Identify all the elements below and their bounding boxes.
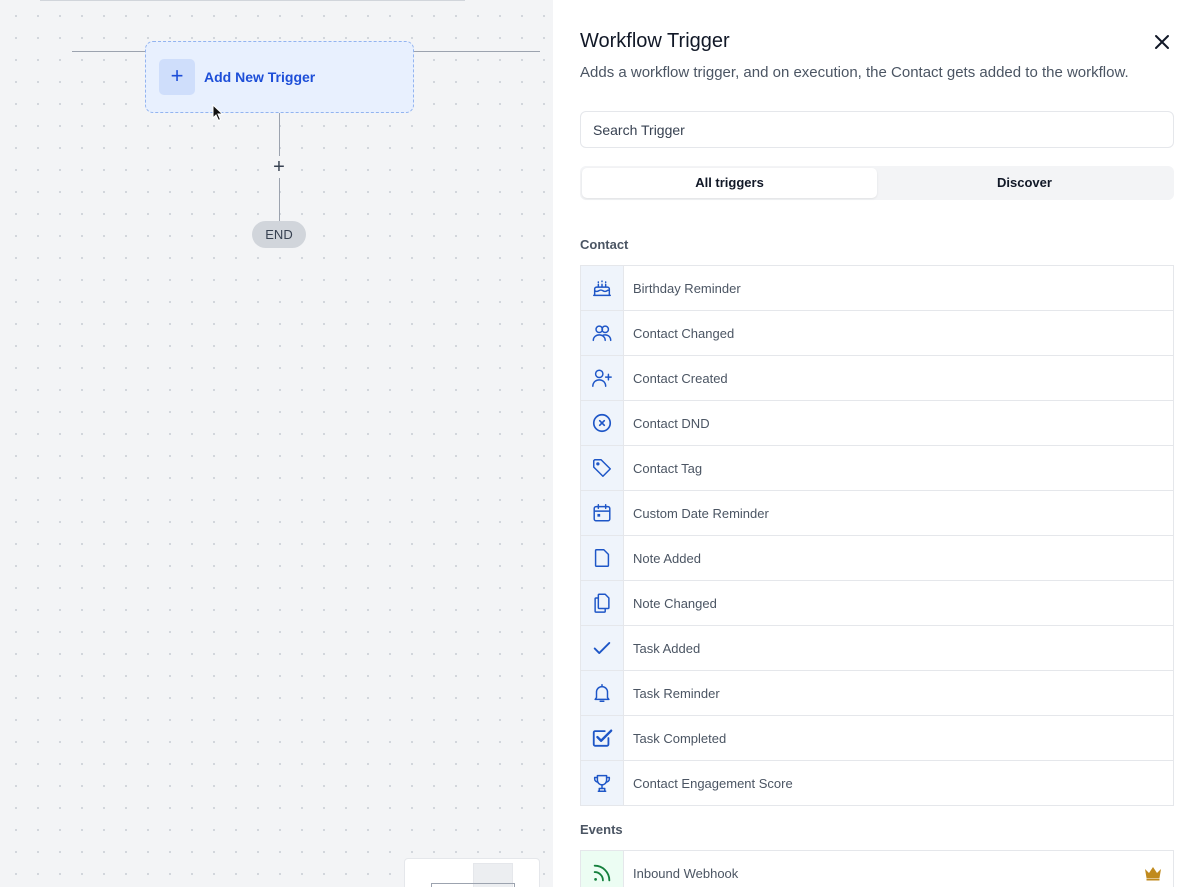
section-title-events: Events xyxy=(580,822,623,837)
tag-icon xyxy=(593,459,611,477)
check-icon xyxy=(593,642,611,654)
trigger-note-changed[interactable]: Note Changed xyxy=(581,581,1173,626)
close-icon[interactable] xyxy=(1151,31,1173,53)
trigger-task-reminder[interactable]: Task Reminder xyxy=(581,671,1173,716)
files-icon xyxy=(594,593,610,613)
add-new-trigger-label: Add New Trigger xyxy=(204,69,316,85)
trigger-contact-tag[interactable]: Contact Tag xyxy=(581,446,1173,491)
add-new-trigger-card[interactable]: + Add New Trigger xyxy=(145,41,414,113)
connector-down-1 xyxy=(279,113,280,157)
trigger-contact-dnd[interactable]: Contact DND xyxy=(581,401,1173,446)
trigger-inbound-webhook[interactable]: Inbound Webhook xyxy=(581,851,1173,887)
file-icon xyxy=(594,549,610,567)
rss-icon xyxy=(593,864,611,882)
end-node: END xyxy=(252,221,306,248)
tab-discover[interactable]: Discover xyxy=(877,168,1172,198)
panel-title: Workflow Trigger xyxy=(580,30,730,52)
user-plus-icon xyxy=(592,369,612,387)
contact-trigger-list: Birthday Reminder Contact Changed Contac… xyxy=(580,265,1174,806)
connector-down-2 xyxy=(279,178,280,221)
panel-subtitle: Adds a workflow trigger, and on executio… xyxy=(580,64,1129,81)
calendar-icon xyxy=(593,504,611,522)
trigger-contact-created[interactable]: Contact Created xyxy=(581,356,1173,401)
events-trigger-list: Inbound Webhook xyxy=(580,850,1174,887)
trigger-task-completed[interactable]: Task Completed xyxy=(581,716,1173,761)
trigger-task-added[interactable]: Task Added xyxy=(581,626,1173,671)
add-step-button[interactable]: + xyxy=(268,156,290,178)
section-title-contact: Contact xyxy=(580,237,629,252)
users-icon xyxy=(592,325,612,342)
trigger-contact-changed[interactable]: Contact Changed xyxy=(581,311,1173,356)
trigger-custom-date-reminder[interactable]: Custom Date Reminder xyxy=(581,491,1173,536)
crown-icon xyxy=(1145,867,1161,881)
workflow-trigger-panel: Workflow Trigger Adds a workflow trigger… xyxy=(553,0,1200,887)
tab-all-triggers[interactable]: All triggers xyxy=(582,168,877,198)
x-circle-icon xyxy=(592,413,612,433)
mouse-cursor-icon xyxy=(212,104,224,122)
connector-right xyxy=(414,51,540,52)
trigger-tabs: All triggers Discover xyxy=(580,166,1174,200)
search-trigger-input[interactable] xyxy=(580,111,1174,148)
plus-icon: + xyxy=(159,59,195,95)
workflow-canvas[interactable]: + Add New Trigger + END xyxy=(0,0,553,887)
cake-icon xyxy=(593,280,611,297)
checkbox-icon xyxy=(592,729,613,747)
top-edge-line xyxy=(40,0,465,1)
canvas-minimap[interactable] xyxy=(404,858,540,887)
connector-left xyxy=(72,51,145,52)
trigger-note-added[interactable]: Note Added xyxy=(581,536,1173,581)
bell-icon xyxy=(594,684,610,702)
trigger-birthday-reminder[interactable]: Birthday Reminder xyxy=(581,266,1173,311)
minimap-node xyxy=(431,883,515,887)
trigger-contact-engagement-score[interactable]: Contact Engagement Score xyxy=(581,761,1173,806)
trophy-icon xyxy=(593,774,611,792)
